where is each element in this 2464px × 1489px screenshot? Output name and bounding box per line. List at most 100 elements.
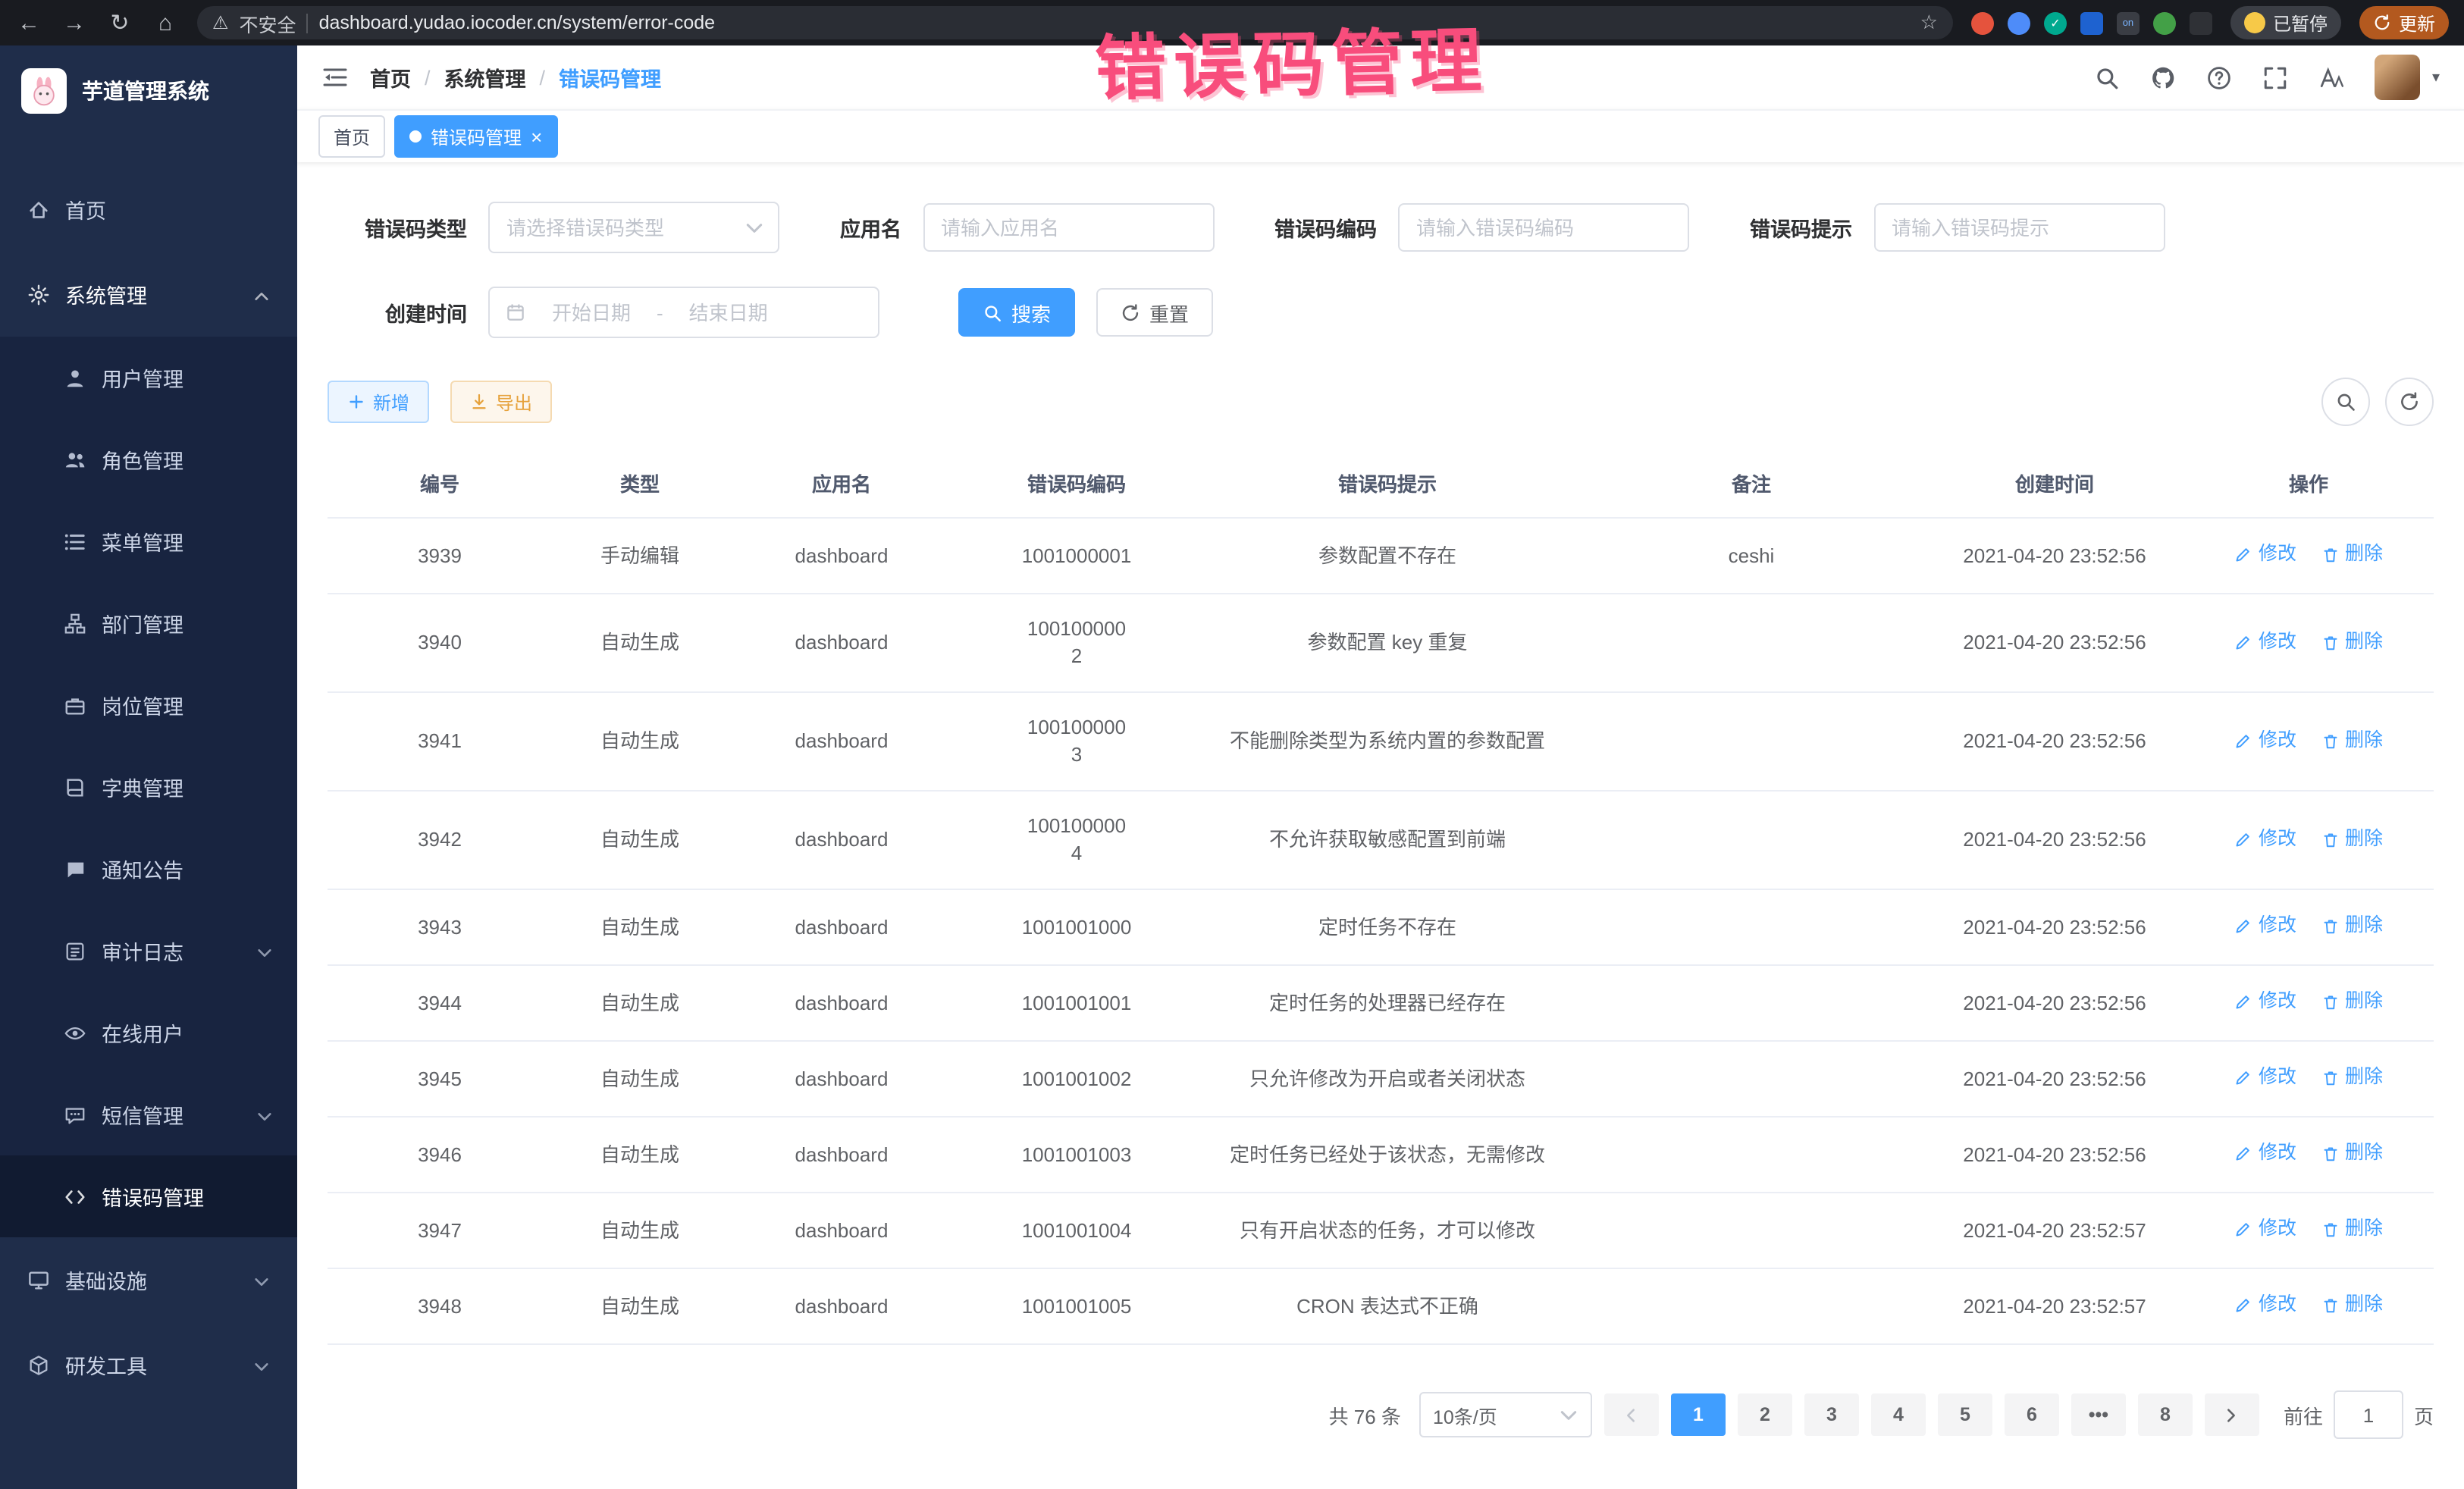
tab-active[interactable]: 错误码管理×: [394, 115, 557, 158]
extension-icon-green[interactable]: [2153, 11, 2176, 34]
delete-icon: [2321, 730, 2339, 748]
bookmark-star-icon[interactable]: ☆: [1920, 11, 1938, 35]
pager-next-button[interactable]: [2205, 1393, 2259, 1436]
add-button[interactable]: 新增: [328, 381, 429, 423]
edit-icon: [2234, 730, 2252, 748]
sidebar-item-7[interactable]: 字典管理: [0, 746, 297, 828]
goto-page-input[interactable]: [2334, 1390, 2403, 1439]
user-avatar[interactable]: [2375, 55, 2420, 100]
reset-button[interactable]: 重置: [1096, 288, 1213, 337]
pager-more[interactable]: •••: [2071, 1393, 2126, 1436]
hamburger-icon[interactable]: [321, 65, 349, 89]
sidebar-item-6[interactable]: 岗位管理: [0, 664, 297, 746]
page-size-select[interactable]: 10条/页: [1419, 1392, 1592, 1437]
browser-home-icon[interactable]: ⌂: [152, 10, 179, 36]
delete-button[interactable]: 删除: [2321, 1215, 2383, 1242]
fullscreen-icon[interactable]: [2262, 64, 2288, 90]
edit-button[interactable]: 修改: [2234, 824, 2296, 851]
sidebar-item-9[interactable]: 审计日志: [0, 910, 297, 992]
extension-icon-blue[interactable]: [2008, 11, 2030, 34]
delete-button[interactable]: 删除: [2321, 1290, 2383, 1318]
edit-button[interactable]: 修改: [2234, 1215, 2296, 1242]
delete-button[interactable]: 删除: [2321, 1139, 2383, 1166]
edit-button[interactable]: 修改: [2234, 987, 2296, 1014]
sidebar-item-1[interactable]: 系统管理: [0, 252, 297, 337]
pager-page-2[interactable]: 2: [1738, 1393, 1792, 1436]
delete-button[interactable]: 删除: [2321, 911, 2383, 939]
tab-item[interactable]: 首页: [318, 115, 385, 158]
pager-page-6[interactable]: 6: [2005, 1393, 2059, 1436]
sidebar-item-0[interactable]: 首页: [0, 167, 297, 252]
delete-button[interactable]: 删除: [2321, 987, 2383, 1014]
close-icon[interactable]: ×: [531, 127, 542, 146]
end-date-input[interactable]: [669, 299, 788, 325]
edit-button[interactable]: 修改: [2234, 1290, 2296, 1318]
extensions-puzzle-icon[interactable]: [2190, 11, 2212, 34]
sidebar-item-4[interactable]: 菜单管理: [0, 500, 297, 582]
export-button[interactable]: 导出: [450, 381, 552, 423]
sidebar-item-3[interactable]: 角色管理: [0, 418, 297, 500]
column-header: 应用名: [728, 447, 955, 518]
font-size-icon[interactable]: [2318, 64, 2344, 90]
sidebar-item-8[interactable]: 通知公告: [0, 828, 297, 910]
edit-button[interactable]: 修改: [2234, 1139, 2296, 1166]
extension-icon-check[interactable]: ✓: [2044, 11, 2067, 34]
delete-button[interactable]: 删除: [2321, 540, 2383, 567]
error-type-input[interactable]: [490, 216, 745, 239]
pager-page-1[interactable]: 1: [1671, 1393, 1726, 1436]
avatar-caret-icon[interactable]: ▾: [2432, 69, 2440, 86]
logo-image: [21, 68, 67, 114]
error-hint-input[interactable]: [1873, 203, 2165, 252]
edit-button[interactable]: 修改: [2234, 1063, 2296, 1090]
cell-hint: CRON 表达式不正确: [1198, 1268, 1577, 1344]
help-icon[interactable]: [2206, 64, 2232, 90]
pager-page-8[interactable]: 8: [2138, 1393, 2193, 1436]
sidebar-item-10[interactable]: 在线用户: [0, 992, 297, 1074]
sidebar-item-2[interactable]: 用户管理: [0, 337, 297, 418]
sidebar-item-13[interactable]: 基础设施: [0, 1237, 297, 1322]
pager-page-5[interactable]: 5: [1938, 1393, 1992, 1436]
pager-prev-button[interactable]: [1604, 1393, 1659, 1436]
pager-page-3[interactable]: 3: [1804, 1393, 1859, 1436]
refresh-table-button[interactable]: [2385, 378, 2434, 426]
search-button[interactable]: 搜索: [958, 288, 1075, 337]
extension-icon-red[interactable]: [1971, 11, 1994, 34]
app-logo[interactable]: 芋道管理系统: [0, 45, 297, 136]
delete-button[interactable]: 删除: [2321, 726, 2383, 753]
error-type-select[interactable]: [488, 202, 779, 253]
delete-button[interactable]: 删除: [2321, 824, 2383, 851]
filter-row-1: 错误码类型 应用名 错误码编码: [328, 202, 2434, 253]
profile-paused-badge[interactable]: 已暂停: [2230, 6, 2341, 39]
edit-button[interactable]: 修改: [2234, 726, 2296, 753]
browser-forward-icon[interactable]: →: [61, 10, 88, 36]
edit-button[interactable]: 修改: [2234, 627, 2296, 654]
date-range-picker[interactable]: -: [488, 287, 879, 338]
sidebar-item-5[interactable]: 部门管理: [0, 582, 297, 664]
edit-button[interactable]: 修改: [2234, 540, 2296, 567]
pager-page-4[interactable]: 4: [1871, 1393, 1926, 1436]
column-header: 备注: [1577, 447, 1926, 518]
sidebar-item-12[interactable]: 错误码管理: [0, 1155, 297, 1237]
delete-button[interactable]: 删除: [2321, 627, 2383, 654]
extension-icon-on[interactable]: on: [2117, 11, 2140, 34]
toggle-search-button[interactable]: [2321, 378, 2370, 426]
start-date-input[interactable]: [532, 299, 650, 325]
delete-button[interactable]: 删除: [2321, 1063, 2383, 1090]
search-button-label: 搜索: [1011, 298, 1051, 327]
header-search-icon[interactable]: [2094, 64, 2120, 90]
breadcrumb-item[interactable]: 系统管理: [444, 62, 526, 92]
extension-icon-grid[interactable]: [2080, 11, 2103, 34]
sidebar-item-14[interactable]: 研发工具: [0, 1322, 297, 1407]
browser-back-icon[interactable]: ←: [15, 10, 42, 36]
breadcrumb-item[interactable]: 首页: [370, 62, 411, 92]
edit-button[interactable]: 修改: [2234, 911, 2296, 939]
sidebar-item-11[interactable]: 短信管理: [0, 1074, 297, 1155]
browser-url-bar[interactable]: ⚠ 不安全 dashboard.yudao.iocoder.cn/system/…: [197, 6, 1953, 39]
browser-update-button[interactable]: 更新: [2359, 6, 2449, 39]
tree-icon: [64, 612, 86, 635]
app-name-input[interactable]: [923, 203, 1214, 252]
github-icon[interactable]: [2150, 64, 2176, 90]
total-count: 共 76 条: [1329, 1400, 1401, 1429]
browser-reload-icon[interactable]: ↻: [106, 9, 133, 36]
error-code-input[interactable]: [1398, 203, 1689, 252]
